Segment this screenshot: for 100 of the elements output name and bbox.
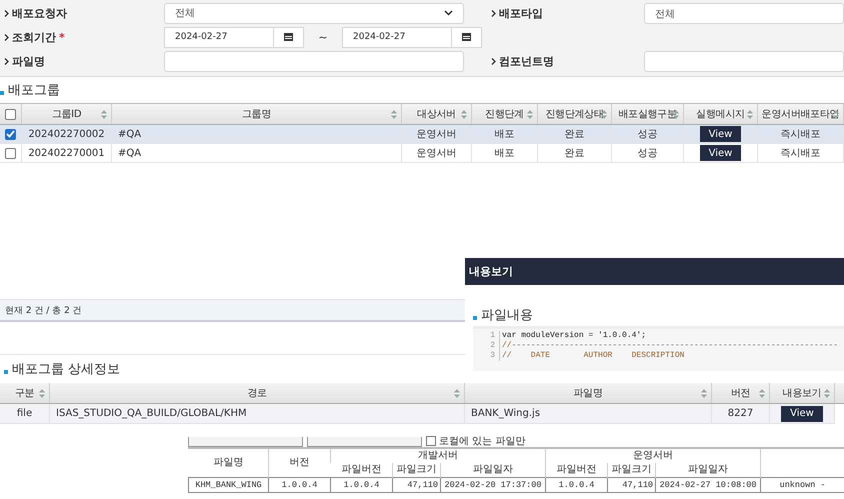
sort-icon: [601, 110, 607, 119]
dropdown-icon: [444, 10, 453, 16]
column-header: 파일크기: [392, 463, 440, 478]
sort-icon: [701, 389, 707, 398]
sort-icon: [759, 389, 765, 398]
table-cell: 즉시배포: [758, 127, 844, 141]
table-cell: BANK_Wing.js: [465, 404, 712, 423]
calendar-icon: [284, 33, 293, 41]
table-cell: unknown -: [760, 478, 844, 492]
table-cell: 완료: [538, 127, 612, 141]
calendar-button[interactable]: [452, 26, 482, 48]
column-header: 파일일자: [656, 463, 761, 478]
bullet-icon: [0, 90, 4, 94]
field-label: 조회기간: [12, 30, 56, 44]
code-line: var moduleVersion = '1.0.0.4';: [501, 331, 646, 341]
dialog-title: 내용보기: [465, 258, 844, 285]
table-cell: 2024-02-27 10:08:00: [656, 478, 761, 492]
view-button[interactable]: View: [781, 406, 823, 422]
checkbox[interactable]: [5, 148, 16, 158]
column-header: 파일버전: [330, 463, 392, 478]
sort-icon: [833, 110, 839, 119]
calendar-icon: [462, 33, 471, 41]
table-cell: file: [0, 404, 50, 423]
field-label: 배포요청자: [12, 6, 67, 20]
column-header[interactable]: 대상서버: [402, 104, 472, 124]
chevron-icon: [491, 10, 496, 16]
input-field[interactable]: 전체: [644, 2, 844, 24]
table-cell: 성공: [612, 127, 684, 141]
table-cell: 202402270001: [22, 144, 112, 162]
sort-icon: [461, 110, 467, 119]
line-number: 3: [473, 351, 500, 361]
table-cell: 1.0.0.4: [268, 478, 330, 492]
chevron-icon: [4, 10, 9, 16]
column-header[interactable]: 운영서버배포타입: [758, 104, 844, 124]
table-cell: 1.0.0.4: [546, 478, 608, 492]
field-label: 배포타입: [499, 6, 543, 20]
column-header[interactable]: 진행단계: [472, 104, 538, 124]
check-icon: [6, 130, 15, 138]
column-header[interactable]: 진행단계상태: [538, 104, 612, 124]
chevron-icon: [4, 34, 9, 40]
date-field[interactable]: 2024-02-27: [164, 26, 274, 48]
checkbox[interactable]: [5, 128, 16, 140]
section-title: 배포그룹 상세정보: [12, 361, 120, 378]
sort-icon: [824, 389, 830, 398]
sort-icon: [391, 110, 397, 119]
required-mark: *: [59, 30, 65, 44]
sort-icon: [527, 110, 533, 119]
column-header: 개발서버: [330, 449, 546, 463]
view-button[interactable]: View: [700, 126, 742, 142]
column-header: 파일명: [188, 449, 268, 478]
code-editor[interactable]: 1 var moduleVersion = '1.0.0.4'; 2 //-------------------------------------------------------------------- 3 // DATE AUTHOR DESCRIPTION: [473, 326, 844, 371]
view-button[interactable]: View: [700, 145, 742, 161]
table-cell: #QA: [112, 128, 402, 140]
select-field[interactable]: 전체: [164, 2, 464, 24]
range-separator: ~: [317, 30, 329, 44]
column-header[interactable]: 파일명: [465, 383, 712, 403]
toolbar-button[interactable]: [307, 437, 422, 447]
input-field[interactable]: [644, 50, 844, 72]
column-header: 파일크기: [608, 463, 656, 478]
input-field[interactable]: [164, 50, 464, 72]
toolbar-button[interactable]: [188, 437, 303, 447]
column-header[interactable]: 그룹ID: [22, 104, 112, 124]
table-cell: 운영서버: [402, 144, 472, 162]
column-header[interactable]: 내용보기: [770, 383, 835, 403]
section-title: 파일내용: [481, 307, 533, 324]
field-label: 컴포넌트명: [499, 54, 554, 68]
table-cell: KHM_BANK_WING: [188, 478, 268, 492]
line-number: 2: [473, 341, 500, 351]
code-line: // DATE AUTHOR DESCRIPTION: [501, 351, 684, 361]
column-header: 운영서버: [546, 449, 761, 463]
column-header[interactable]: 경로: [50, 383, 465, 403]
checkbox-label: 로컬에 있는 파일만: [439, 435, 526, 448]
table-cell: 2024-02-20 17:37:00: [440, 478, 546, 492]
calendar-button[interactable]: [274, 26, 304, 48]
table-cell: 즉시배포: [758, 144, 844, 162]
bullet-icon: [473, 316, 477, 320]
table-cell: 202402270002: [22, 128, 112, 140]
column-header[interactable]: 그룹명: [112, 104, 402, 124]
table-cell: 배포: [472, 127, 538, 141]
sort-icon: [101, 110, 107, 119]
table-cell: 완료: [538, 144, 612, 162]
line-number: 1: [473, 331, 500, 341]
sort-icon: [747, 110, 753, 119]
column-header[interactable]: 구분: [0, 383, 50, 403]
column-header: 파일버전: [546, 463, 608, 478]
column-header[interactable]: 실행메시지: [684, 104, 758, 124]
checkbox[interactable]: [426, 436, 436, 446]
column-header[interactable]: 배포실행구분: [612, 104, 684, 124]
table-cell: 47,110: [392, 478, 440, 492]
column-header[interactable]: 버전: [712, 383, 770, 403]
table-cell: 성공: [612, 144, 684, 162]
checkbox[interactable]: [5, 108, 16, 120]
date-field[interactable]: 2024-02-27: [342, 26, 452, 48]
column-header: 파일일자: [440, 463, 546, 478]
table-cell: #QA: [112, 144, 402, 162]
table-cell: 배포: [472, 144, 538, 162]
chevron-icon: [4, 58, 9, 64]
table-cell: 8227: [712, 404, 770, 423]
field-label: 파일명: [12, 54, 45, 68]
table-cell: ISAS_STUDIO_QA_BUILD/GLOBAL/KHM: [50, 404, 465, 423]
